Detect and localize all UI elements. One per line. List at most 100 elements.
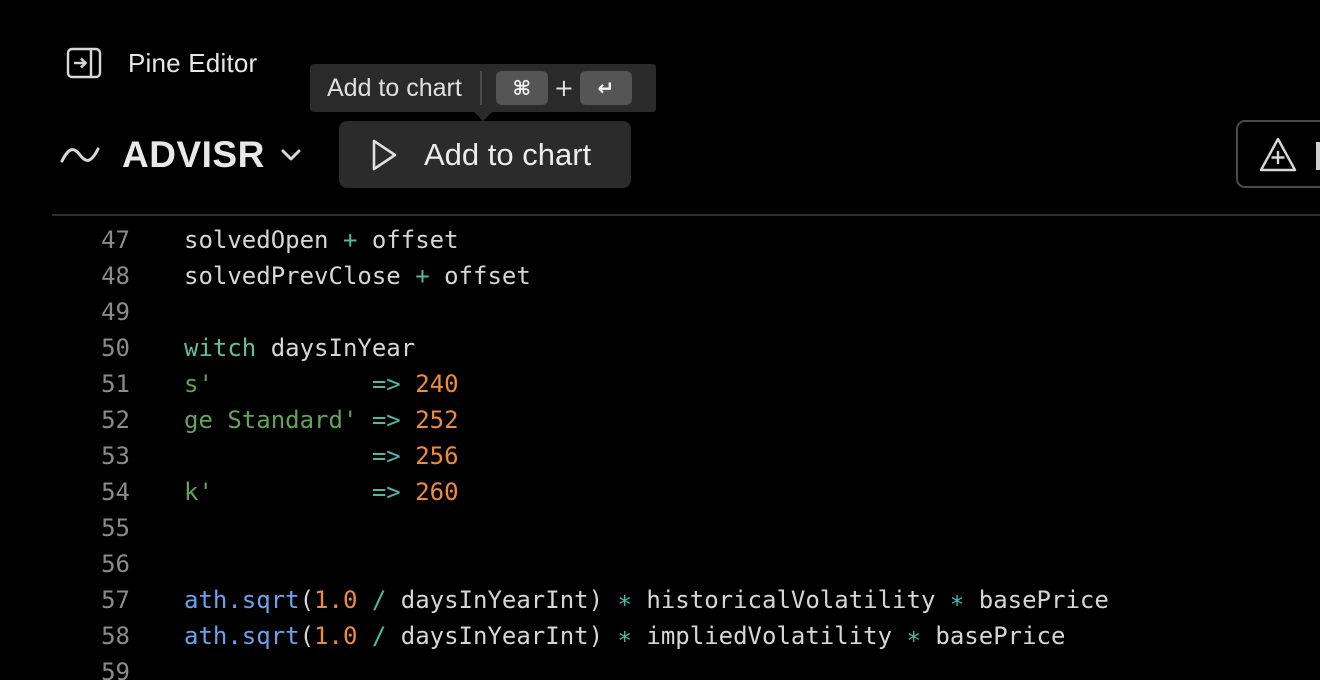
code-line[interactable]: 58 ath.sqrt(1.0 / daysInYearInt) ∗ implie… <box>0 618 1320 654</box>
line-number: 55 <box>101 514 130 542</box>
code-token: daysInYear <box>256 334 416 362</box>
code-token: basePrice <box>964 586 1109 614</box>
code-line[interactable]: 53 => 256 <box>0 438 1320 474</box>
code-line[interactable]: 54 k' => 260 <box>0 474 1320 510</box>
enter-key-icon: ↵ <box>579 71 632 105</box>
indicator-wave-icon <box>60 140 100 170</box>
code-line[interactable]: 50 witch daysInYear <box>0 330 1320 366</box>
line-number: 57 <box>101 586 130 614</box>
code-token: => <box>371 442 401 470</box>
code-token: basePrice <box>920 622 1066 650</box>
code-token: + <box>342 226 358 254</box>
line-number: 53 <box>101 442 130 470</box>
code-line[interactable]: 47 solvedOpen + offset <box>0 222 1320 258</box>
chevron-down-icon[interactable] <box>279 143 303 167</box>
code-text: ath.sqrt(1.0 / daysInYearInt) ∗ historic… <box>184 582 1109 618</box>
code-editor[interactable]: 47 solvedOpen + offset 48 solvedPrevClose +… <box>0 222 1320 680</box>
code-line[interactable]: 49 <box>0 294 1320 330</box>
code-token: ge Standard' <box>184 406 358 434</box>
code-token: => <box>371 370 401 398</box>
code-token: 240 <box>415 370 459 398</box>
code-token: 256 <box>415 442 459 470</box>
shortcut-plus: + <box>553 74 574 102</box>
code-token: offset <box>429 262 531 290</box>
code-token: ∗ <box>906 622 921 650</box>
alert-add-icon <box>1258 136 1298 174</box>
collapse-panel-icon[interactable] <box>66 45 102 81</box>
line-number: 59 <box>101 658 130 680</box>
code-line[interactable]: 55 <box>0 510 1320 546</box>
code-text: s' => 240 <box>184 366 459 402</box>
code-token: ∗ <box>617 622 632 650</box>
code-text: witch daysInYear <box>184 330 415 366</box>
add-to-chart-tooltip: Add to chart ⌘ + ↵ <box>310 64 656 121</box>
add-to-chart-label: Add to chart <box>424 136 592 172</box>
panel-title: Pine Editor <box>128 47 258 78</box>
play-icon <box>369 138 399 172</box>
code-token: 252 <box>415 406 459 434</box>
code-token: solvedOpen <box>184 226 343 254</box>
code-text: k' => 260 <box>184 474 459 510</box>
code-token: ( <box>299 586 315 614</box>
code-token: ath.sqrt <box>184 586 300 614</box>
code-token: witch <box>184 334 257 362</box>
code-token: 260 <box>415 478 459 506</box>
toolbar-divider <box>52 214 1320 216</box>
create-alert-button[interactable] <box>1236 120 1320 188</box>
code-token: offset <box>357 226 459 254</box>
code-line[interactable]: 52 ge Standard' => 252 <box>0 402 1320 438</box>
code-token: 1.0 <box>314 586 358 614</box>
code-token: => <box>371 406 401 434</box>
line-number: 52 <box>101 406 130 434</box>
code-token: 1.0 <box>314 622 358 650</box>
code-token: impliedVolatility <box>631 622 907 650</box>
truncated-label <box>1316 142 1320 170</box>
code-token: s' <box>184 370 213 398</box>
code-token: historicalVolatility <box>631 586 950 614</box>
panel-header: Pine Editor <box>66 44 257 82</box>
code-line[interactable]: 57 ath.sqrt(1.0 / daysInYearInt) ∗ histor… <box>0 582 1320 618</box>
command-key-icon: ⌘ <box>495 71 548 105</box>
code-line[interactable]: 56 <box>0 546 1320 582</box>
code-token: => <box>371 478 401 506</box>
line-number: 54 <box>101 478 130 506</box>
line-number: 47 <box>101 226 130 254</box>
line-number: 56 <box>101 550 130 578</box>
code-token: + <box>415 262 430 290</box>
code-text: solvedOpen + offset <box>184 222 459 258</box>
tooltip-label: Add to chart <box>327 73 462 102</box>
tooltip-separator <box>479 71 482 105</box>
script-selector[interactable]: ADVISR <box>60 130 303 180</box>
code-token: k' <box>184 478 213 506</box>
code-token: / <box>371 622 387 650</box>
line-number: 58 <box>101 622 130 650</box>
code-token: daysInYearInt) <box>386 622 618 650</box>
code-token: ∗ <box>617 586 632 614</box>
line-number: 49 <box>101 298 130 326</box>
code-token: / <box>371 586 387 614</box>
line-number: 48 <box>101 262 130 290</box>
code-token: solvedPrevClose <box>184 262 416 290</box>
code-token: ∗ <box>949 586 965 614</box>
script-name[interactable]: ADVISR <box>122 134 265 176</box>
code-token: ( <box>299 622 315 650</box>
line-number: 51 <box>101 370 130 398</box>
code-line[interactable]: 51 s' => 240 <box>0 366 1320 402</box>
code-token: daysInYearInt) <box>386 586 618 614</box>
code-line[interactable]: 48 solvedPrevClose + offset <box>0 258 1320 294</box>
add-to-chart-button[interactable]: Add to chart <box>339 121 631 188</box>
pine-editor-app: Pine Editor Add to chart ⌘ + ↵ ADVISR Ad… <box>0 0 1320 680</box>
code-text: ge Standard' => 252 <box>184 402 459 438</box>
code-text: => 256 <box>184 438 459 474</box>
code-line[interactable]: 59 <box>0 654 1320 680</box>
code-token: ath.sqrt <box>184 622 300 650</box>
